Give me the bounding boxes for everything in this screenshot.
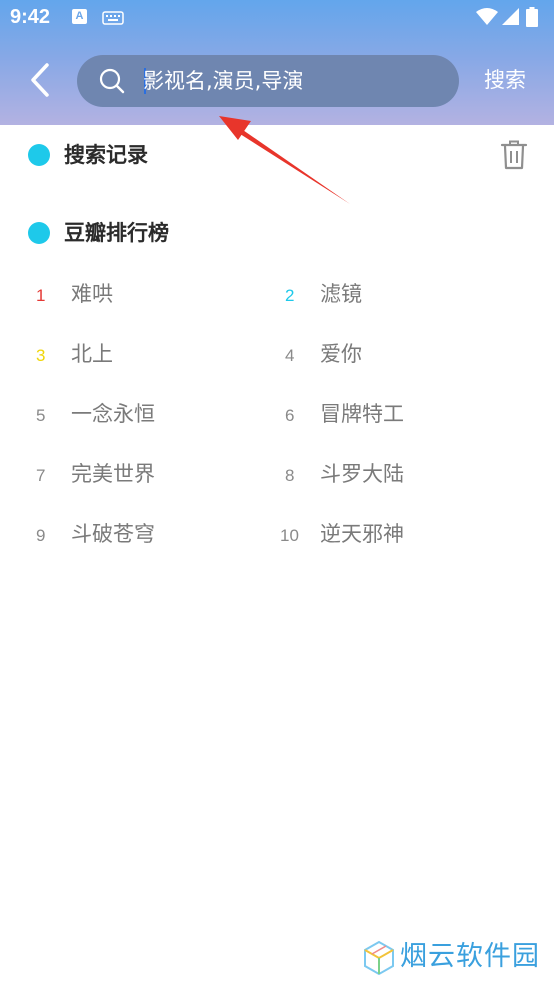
rank-title[interactable]: 完美世界 [71, 460, 155, 488]
rank-title[interactable]: 滤镜 [320, 280, 362, 308]
rank-number: 2 [285, 286, 295, 305]
ranking-bullet [28, 222, 50, 244]
signal-icon [502, 8, 520, 30]
keyboard-icon [102, 10, 124, 29]
wifi-icon [476, 8, 498, 30]
clear-history-button[interactable] [500, 140, 528, 174]
back-button[interactable] [26, 62, 56, 98]
history-title: 搜索记录 [64, 143, 148, 167]
search-input[interactable]: 影视名,演员,导演 [77, 55, 459, 107]
status-time: 9:42 [10, 6, 51, 28]
rank-number: 5 [36, 406, 46, 425]
search-button[interactable]: 搜索 [484, 66, 526, 94]
search-placeholder: 影视名,演员,导演 [143, 69, 304, 93]
rank-title[interactable]: 斗罗大陆 [320, 460, 404, 488]
chevron-left-icon [31, 63, 49, 97]
search-icon [99, 68, 125, 98]
rank-title[interactable]: 逆天邪神 [320, 520, 404, 548]
rank-number: 4 [285, 346, 295, 365]
rank-title[interactable]: 一念永恒 [71, 400, 155, 428]
rank-number: 6 [285, 406, 295, 425]
battery-icon [526, 7, 538, 31]
rank-title[interactable]: 爱你 [320, 340, 362, 368]
notification-a-icon: A [72, 9, 87, 24]
rank-number: 7 [36, 466, 46, 485]
status-bar: 9:42 A [0, 0, 554, 38]
app-header: 9:42 A 影视名,演员,导演 搜索 [0, 0, 554, 125]
rank-number: 1 [36, 286, 46, 305]
ranking-title: 豆瓣排行榜 [64, 221, 169, 245]
watermark-text: 烟云软件园 [400, 941, 540, 972]
rank-number: 3 [36, 346, 46, 365]
rank-number: 9 [36, 526, 46, 545]
history-bullet [28, 144, 50, 166]
rank-title[interactable]: 冒牌特工 [320, 400, 404, 428]
watermark-logo-icon [364, 940, 394, 976]
rank-number: 10 [280, 526, 299, 545]
trash-icon [500, 140, 528, 170]
rank-title[interactable]: 斗破苍穹 [71, 520, 155, 548]
rank-title[interactable]: 北上 [71, 340, 113, 368]
rank-title[interactable]: 难哄 [71, 280, 113, 308]
rank-number: 8 [285, 466, 295, 485]
